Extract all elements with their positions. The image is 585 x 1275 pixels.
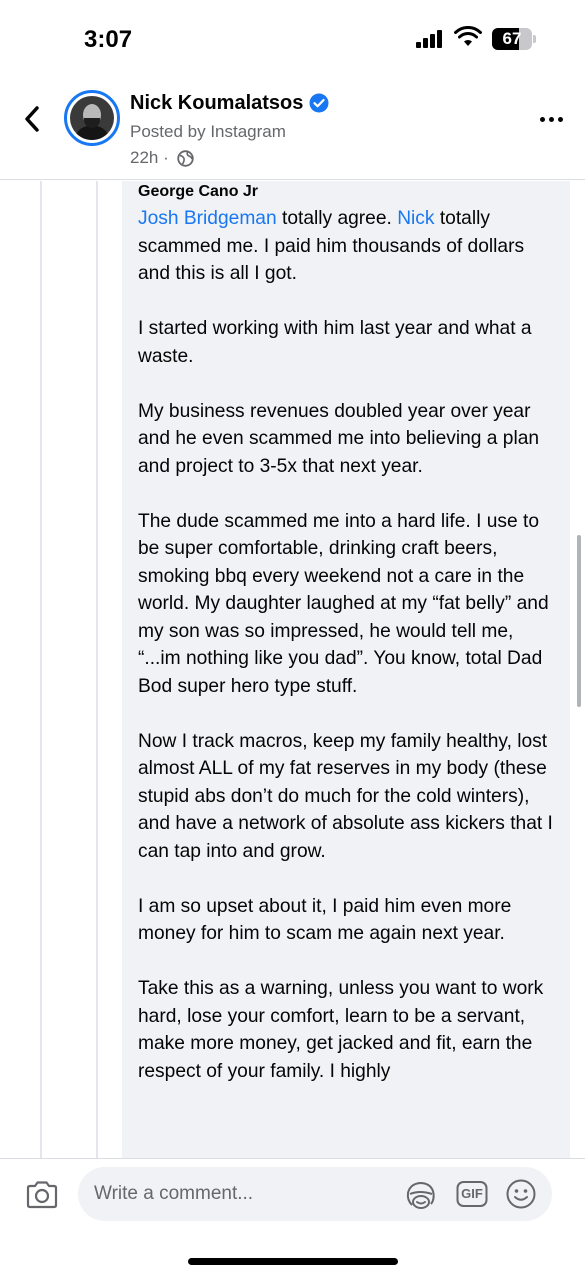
avatar-sticker-icon[interactable] (404, 1178, 438, 1212)
cellular-signal-icon (416, 30, 444, 48)
comment-bubble[interactable]: George Cano Jr Josh Bridgeman totally ag… (122, 181, 570, 1158)
wifi-icon (454, 26, 482, 46)
comment-input[interactable] (94, 1182, 394, 1206)
comment-paragraph: The dude scammed me into a hard life. I … (138, 510, 549, 697)
comment-paragraph: I started working with him last year and… (138, 318, 532, 367)
camera-icon[interactable] (24, 1177, 60, 1213)
comment-paragraph: Now I track macros, keep my family healt… (138, 730, 553, 862)
more-options-button[interactable] (540, 114, 566, 124)
thread-line (40, 181, 42, 1158)
comment-composer: GIF (0, 1158, 585, 1275)
scrollbar[interactable] (577, 535, 581, 707)
verified-badge-icon (309, 93, 329, 113)
comment-input-container[interactable]: GIF (78, 1167, 552, 1221)
gif-label: GIF (461, 1186, 483, 1201)
mention-link[interactable]: Nick (397, 208, 434, 229)
battery-percent: 67 (502, 29, 522, 48)
comment-paragraph: Josh Bridgeman totally agree. Nick total… (138, 208, 525, 284)
comment-text: Josh Bridgeman totally agree. Nick total… (138, 205, 558, 1113)
comment-paragraph: I am so upset about it, I paid him even … (138, 895, 512, 945)
post-header: Nick Koumalatsos Posted by Instagram 22h… (0, 80, 585, 180)
status-bar: 3:07 67 (0, 0, 585, 80)
posted-by-label: Posted by Instagram (130, 122, 286, 141)
battery-icon: 67 (492, 28, 536, 50)
home-indicator[interactable] (188, 1258, 398, 1265)
author-name[interactable]: Nick Koumalatsos (130, 92, 303, 115)
back-button[interactable] (18, 102, 46, 136)
more-horizontal-icon (540, 116, 545, 122)
chevron-left-icon (25, 106, 39, 132)
commenter-name[interactable]: George Cano Jr (138, 183, 258, 201)
post-timestamp[interactable]: 22h · (130, 148, 169, 168)
mention-link[interactable]: Josh Bridgeman (138, 208, 277, 229)
gif-button[interactable]: GIF (456, 1180, 488, 1208)
globe-icon (177, 150, 194, 167)
comment-paragraph: Take this as a warning, unless you want … (138, 978, 544, 1082)
author-avatar[interactable] (64, 90, 120, 146)
thread-line (96, 181, 98, 1158)
comment-paragraph: My business revenues doubled year over y… (138, 400, 540, 477)
smiley-icon[interactable] (505, 1178, 537, 1210)
status-time: 3:07 (84, 26, 133, 53)
